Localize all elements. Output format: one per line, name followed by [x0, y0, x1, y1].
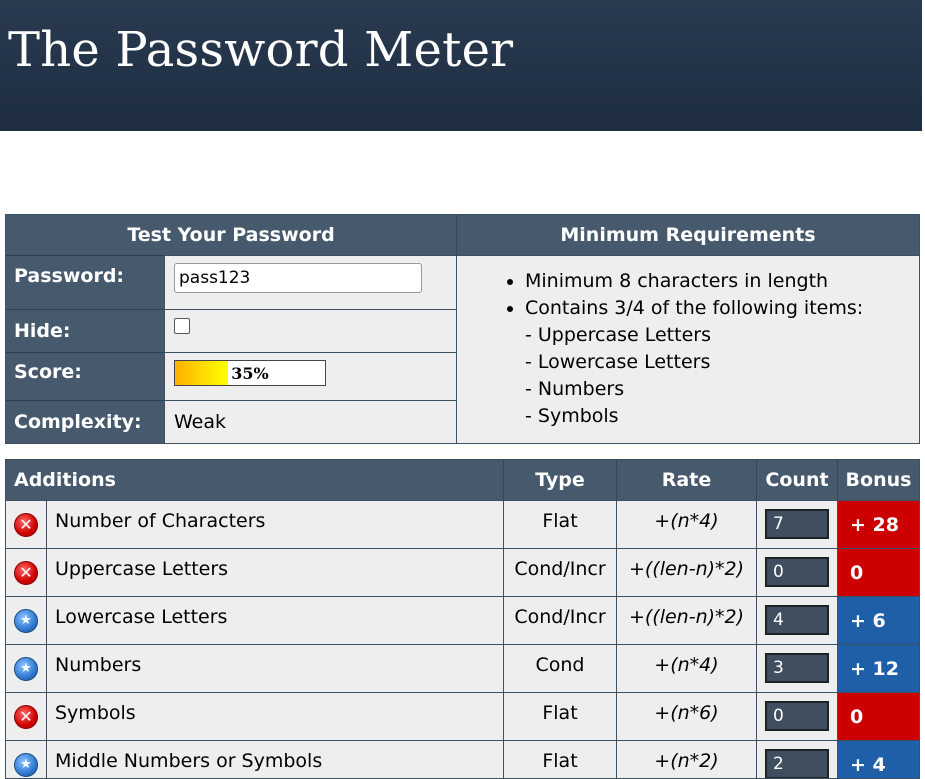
row-rate: +((len-n)*2) [616, 597, 756, 644]
status-icon: ★ [14, 608, 38, 633]
additions-table: Additions Type Rate Count Bonus ✕ Number … [5, 459, 920, 779]
requirement-subitem: - Uppercase Letters [525, 324, 711, 346]
minimum-requirements-heading: Minimum Requirements [456, 215, 919, 255]
requirement-item: Minimum 8 characters in length [525, 268, 919, 295]
row-name: Middle Numbers or Symbols [46, 741, 503, 778]
row-type: Cond/Incr [503, 597, 616, 644]
status-cell: ★ [6, 741, 46, 778]
count-cell: 2 [756, 741, 837, 778]
table-row: ✕ Number of Characters Flat +(n*4) 7 + 28 [6, 500, 919, 548]
status-cell: ★ [6, 645, 46, 692]
score-cell: 35% [164, 352, 456, 400]
hide-checkbox[interactable] [174, 318, 190, 334]
row-name: Symbols [46, 693, 503, 740]
row-type: Cond/Incr [503, 549, 616, 596]
row-bonus: + 4 [837, 741, 919, 778]
status-icon: ★ [14, 752, 38, 777]
count-field: 0 [765, 557, 829, 587]
hide-label: Hide: [6, 309, 164, 352]
score-bar: 35% [174, 360, 326, 386]
table-row: ✕ Uppercase Letters Cond/Incr +((len-n)*2) 0… [6, 548, 919, 596]
count-cell: 0 [756, 549, 837, 596]
count-field: 2 [765, 749, 829, 778]
table-row: ✕ Symbols Flat +(n*6) 0 0 [6, 692, 919, 740]
requirement-sublist: - Uppercase Letters - Lowercase Letters … [525, 322, 919, 430]
count-cell: 3 [756, 645, 837, 692]
score-label: Score: [6, 352, 164, 400]
col-rate: Rate [616, 460, 756, 500]
table-row: ★ Middle Numbers or Symbols Flat +(n*2) 2 + 4 [6, 740, 919, 778]
row-bonus: 0 [837, 693, 919, 740]
hide-cell [164, 309, 456, 352]
requirement-subitem: - Symbols [525, 405, 619, 427]
complexity-cell: Weak [164, 400, 456, 443]
requirements-list-cell: Minimum 8 characters in length Contains … [456, 255, 919, 443]
count-field: 0 [765, 701, 829, 731]
row-type: Flat [503, 501, 616, 548]
status-cell: ✕ [6, 549, 46, 596]
count-field: 7 [765, 509, 829, 539]
password-label: Password: [6, 255, 164, 309]
row-type: Cond [503, 645, 616, 692]
additions-header-row: Additions Type Rate Count Bonus [6, 460, 919, 500]
status-icon: ★ [14, 656, 38, 681]
col-additions: Additions [14, 469, 116, 491]
status-cell: ★ [6, 597, 46, 644]
requirement-subitem: - Numbers [525, 378, 625, 400]
row-bonus: + 6 [837, 597, 919, 644]
test-password-panel: Test Your Password Minimum Requirements … [5, 214, 920, 444]
row-rate: +((len-n)*2) [616, 549, 756, 596]
col-type: Type [503, 460, 616, 500]
status-cell: ✕ [6, 693, 46, 740]
row-bonus: + 12 [837, 645, 919, 692]
row-rate: +(n*4) [616, 501, 756, 548]
row-rate: +(n*4) [616, 645, 756, 692]
row-name: Numbers [46, 645, 503, 692]
score-percent: 35% [231, 363, 269, 383]
requirement-subitem: - Lowercase Letters [525, 351, 711, 373]
password-cell [164, 255, 456, 309]
count-cell: 7 [756, 501, 837, 548]
row-name: Number of Characters [46, 501, 503, 548]
count-field: 4 [765, 605, 829, 635]
count-cell: 0 [756, 693, 837, 740]
site-title: The Password Meter [8, 22, 514, 78]
complexity-value: Weak [174, 411, 227, 433]
row-bonus: 0 [837, 549, 919, 596]
requirement-item: Contains 3/4 of the following items: - U… [525, 295, 919, 430]
row-rate: +(n*6) [616, 693, 756, 740]
count-cell: 4 [756, 597, 837, 644]
col-bonus: Bonus [837, 460, 919, 500]
row-type: Flat [503, 741, 616, 778]
status-icon: ✕ [14, 560, 38, 585]
requirements-list: Minimum 8 characters in length Contains … [457, 268, 919, 430]
row-name: Uppercase Letters [46, 549, 503, 596]
status-icon: ✕ [14, 704, 38, 729]
col-count: Count [756, 460, 837, 500]
password-input[interactable] [174, 263, 422, 293]
complexity-label: Complexity: [6, 400, 164, 443]
row-rate: +(n*2) [616, 741, 756, 778]
status-cell: ✕ [6, 501, 46, 548]
status-icon: ✕ [14, 512, 38, 537]
row-type: Flat [503, 693, 616, 740]
row-bonus: + 28 [837, 501, 919, 548]
count-field: 3 [765, 653, 829, 683]
site-header: The Password Meter [0, 0, 922, 131]
row-name: Lowercase Letters [46, 597, 503, 644]
table-row: ★ Numbers Cond +(n*4) 3 + 12 [6, 644, 919, 692]
test-password-heading: Test Your Password [6, 215, 456, 255]
table-row: ★ Lowercase Letters Cond/Incr +((len-n)*2) 4… [6, 596, 919, 644]
requirement-item-text: Contains 3/4 of the following items: [525, 297, 864, 319]
